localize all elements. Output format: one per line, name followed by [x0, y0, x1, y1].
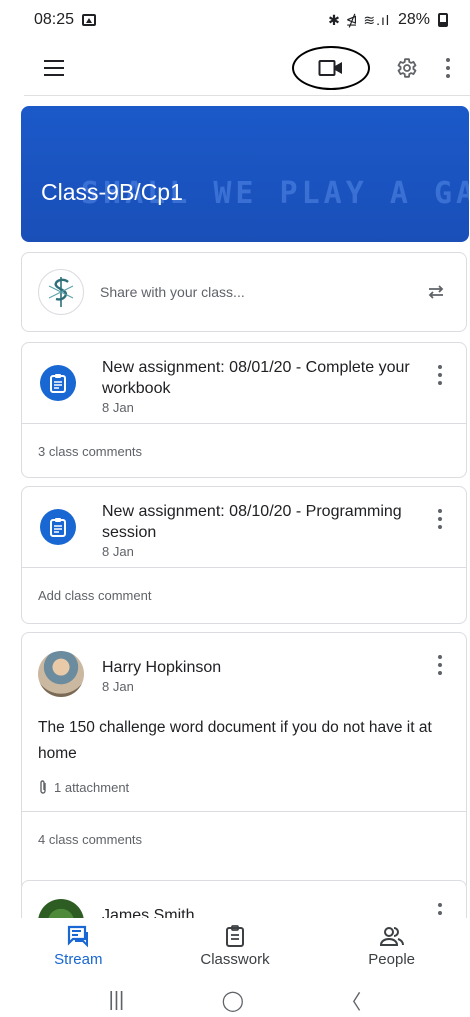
class-comments-link[interactable]: 3 class comments: [22, 423, 466, 477]
tab-classwork-label: Classwork: [200, 951, 270, 968]
avatar: [38, 651, 84, 697]
post-options-icon[interactable]: [436, 655, 444, 675]
class-comments-link[interactable]: 4 class comments: [22, 811, 466, 867]
attachment-count: 1 attachment: [54, 779, 130, 795]
bottom-navigation: Stream Classwork People: [0, 918, 470, 984]
assignment-post-2[interactable]: New assignment: 08/10/20 - Programming s…: [21, 486, 467, 624]
video-call-button[interactable]: [292, 45, 370, 90]
post-options-icon[interactable]: [436, 509, 444, 529]
tab-stream[interactable]: Stream: [13, 924, 143, 968]
hamburger-icon[interactable]: [44, 59, 64, 76]
more-vertical-icon[interactable]: [444, 57, 452, 78]
classwork-icon: [225, 925, 244, 947]
back-button[interactable]: 〈: [341, 986, 361, 1015]
class-banner[interactable]: SHALL WE PLAY A GAME Class-9B/Cp1: [21, 106, 469, 242]
attachment-link[interactable]: 1 attachment: [22, 767, 466, 811]
assignment-post-1[interactable]: New assignment: 08/01/20 - Complete your…: [21, 342, 467, 478]
repost-button[interactable]: [424, 280, 448, 304]
post-date: 8 Jan: [102, 544, 134, 559]
battery-icon: [438, 13, 448, 27]
gear-icon: [397, 57, 417, 78]
gallery-notification-icon: [82, 14, 97, 26]
tab-people[interactable]: People: [327, 924, 457, 968]
post-title: New assignment: 08/01/20 - Complete your…: [102, 359, 410, 397]
class-logo: [38, 269, 84, 315]
connectivity-icons: ✱ ⋬ ≋.ıl: [328, 11, 390, 28]
share-with-class-card[interactable]: Share with your class...: [21, 252, 467, 332]
post-title: New assignment: 08/10/20 - Programming s…: [102, 503, 402, 541]
add-class-comment[interactable]: Add class comment: [22, 567, 466, 623]
status-time: 08:25: [34, 11, 75, 28]
tab-classwork[interactable]: Classwork: [170, 924, 300, 968]
video-camera-icon: [318, 59, 342, 76]
class-title: Class-9B/Cp1: [41, 179, 183, 205]
status-bar: 08:25 ✱ ⋬ ≋.ıl 28%: [0, 0, 470, 40]
recents-button[interactable]: |||: [109, 989, 125, 1012]
assignment-icon: [40, 365, 76, 401]
settings-button[interactable]: [392, 54, 420, 82]
stream-icon: [68, 925, 89, 948]
home-button[interactable]: ◯: [222, 988, 244, 1013]
paperclip-icon: [40, 780, 46, 794]
system-navigation: ||| ◯ 〈: [0, 984, 470, 1017]
tab-stream-label: Stream: [54, 951, 103, 968]
share-input[interactable]: Share with your class...: [100, 284, 424, 300]
app-bar: [24, 40, 470, 96]
post-options-icon[interactable]: [436, 365, 444, 385]
battery-percent: 28%: [397, 11, 430, 28]
class-logo-icon: [48, 277, 74, 307]
post-body: The 150 challenge word document if you d…: [38, 719, 432, 762]
announcement-post[interactable]: Harry Hopkinson 8 Jan The 150 challenge …: [21, 632, 467, 892]
tab-people-label: People: [368, 951, 415, 968]
post-date: 8 Jan: [102, 679, 134, 694]
post-author: Harry Hopkinson: [102, 659, 222, 676]
post-date: 8 Jan: [102, 400, 134, 415]
people-icon: [379, 927, 404, 946]
swap-icon: [428, 285, 444, 299]
assignment-icon: [40, 509, 76, 545]
